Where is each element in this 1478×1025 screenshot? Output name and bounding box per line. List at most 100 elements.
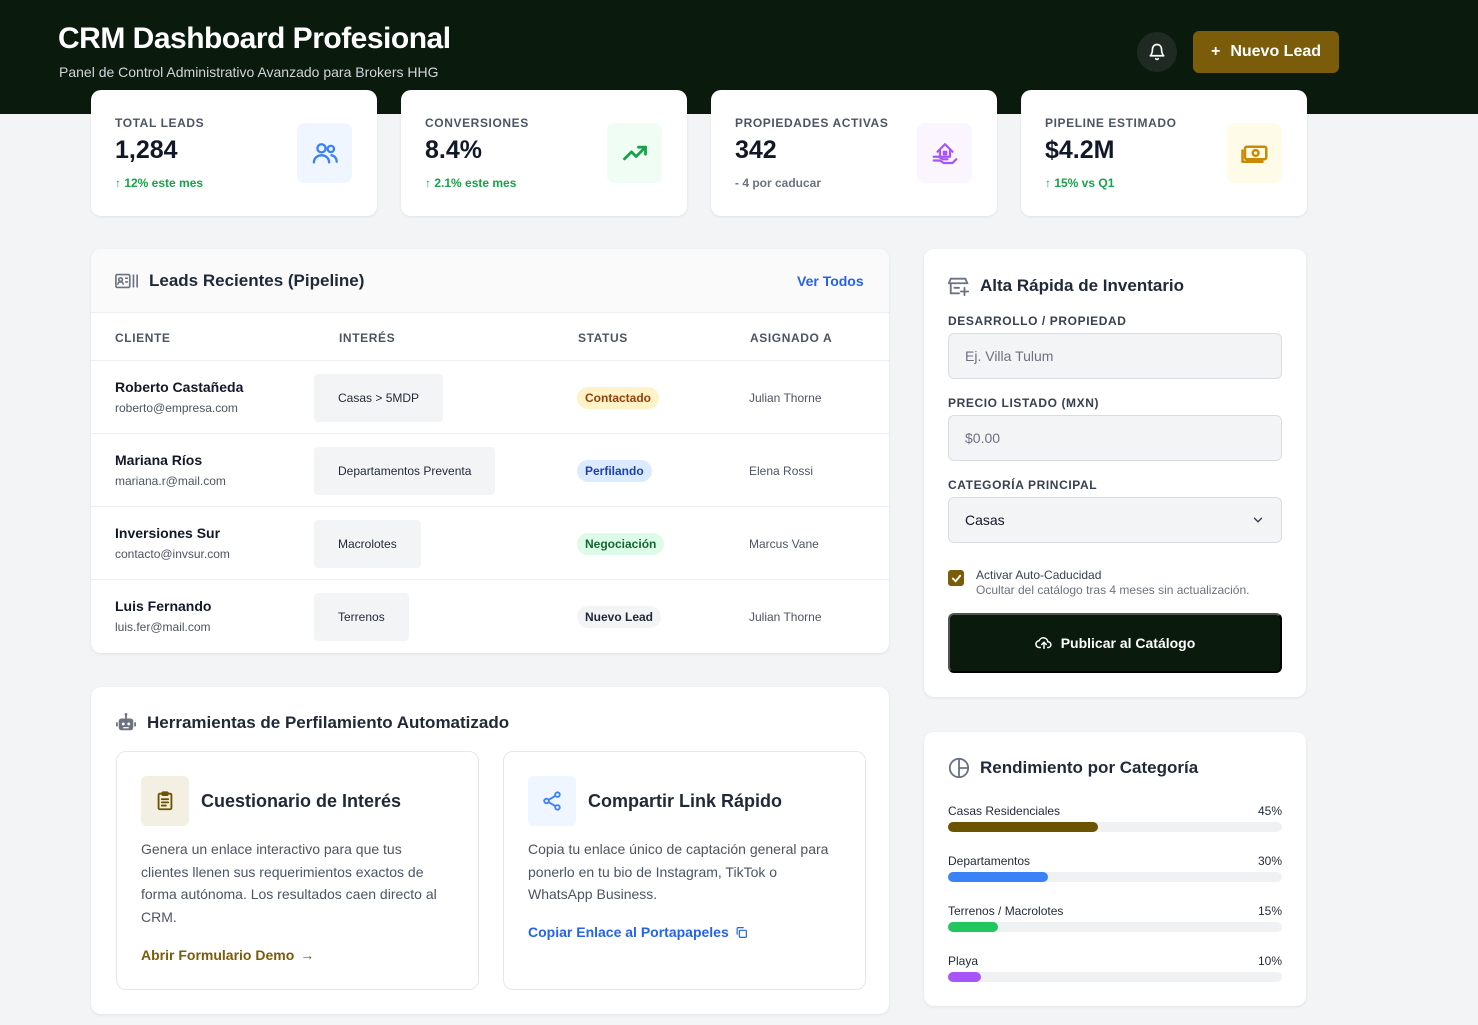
interest-chip: Departamentos Preventa <box>314 447 496 495</box>
stat-label: CONVERSIONES <box>425 116 529 130</box>
status-badge: Negociación <box>577 533 665 555</box>
open-demo-form-label: Abrir Formulario Demo <box>141 947 295 963</box>
progress-fill <box>948 872 1049 882</box>
users-icon <box>297 123 352 183</box>
client-name: Roberto Castañeda <box>115 379 244 395</box>
stat-delta: ↑ 15% vs Q1 <box>1045 176 1115 190</box>
progress-track <box>948 822 1282 832</box>
profiling-tools-title-text: Herramientas de Perfilamiento Automatiza… <box>147 713 510 732</box>
stat-card-pipeline: PIPELINE ESTIMADO $4.2M ↑ 15% vs Q1 <box>1021 90 1307 216</box>
client-email: mariana.r@mail.com <box>115 474 226 488</box>
stat-delta: - 4 por caducar <box>735 176 822 190</box>
recent-leads-card: Leads Recientes (Pipeline) Ver Todos CLI… <box>91 249 889 653</box>
robot-icon <box>116 713 136 731</box>
stat-label: TOTAL LEADS <box>115 116 205 130</box>
auto-expire-help: Ocultar del catálogo tras 4 meses sin ac… <box>976 583 1250 597</box>
new-lead-label: Nuevo Lead <box>1230 43 1322 60</box>
view-all-link[interactable]: Ver Todos <box>797 273 864 289</box>
category-name: Casas Residenciales <box>948 804 1061 818</box>
inventory-title-text: Alta Rápida de Inventario <box>980 276 1185 295</box>
category-performance-card: Rendimiento por Categoría Casas Residenc… <box>924 732 1306 1006</box>
new-lead-button[interactable]: + Nuevo Lead <box>1193 31 1339 73</box>
copy-link-button[interactable]: Copiar Enlace al Portapapeles <box>528 924 748 940</box>
stat-card-active-properties: PROPIEDADES ACTIVAS 342 - 4 por caducar <box>711 90 997 216</box>
category-label: CATEGORÍA PRINCIPAL <box>948 478 1098 492</box>
column-header-interest: INTERÉS <box>339 331 396 345</box>
check-icon <box>951 574 961 583</box>
client-name: Mariana Ríos <box>115 452 203 468</box>
category-percent: 10% <box>1257 954 1282 968</box>
category-percent: 15% <box>1257 904 1282 918</box>
assigned-agent: Elena Rossi <box>749 464 814 478</box>
stat-value: $4.2M <box>1045 136 1115 164</box>
assigned-agent: Julian Thorne <box>749 610 822 624</box>
publish-button[interactable]: Publicar al Catálogo <box>948 613 1282 673</box>
price-input[interactable] <box>948 415 1282 461</box>
quick-link-description: Copia tu enlace único de captación gener… <box>528 841 829 902</box>
category-name: Terrenos / Macrolotes <box>948 904 1064 918</box>
column-header-status: STATUS <box>578 331 628 345</box>
pie-chart-icon <box>948 757 970 779</box>
page-title: CRM Dashboard Profesional <box>58 22 451 55</box>
notifications-button[interactable] <box>1137 32 1177 72</box>
quick-link-title: Compartir Link Rápido <box>588 791 783 811</box>
category-percent: 45% <box>1257 804 1282 818</box>
category-select[interactable]: Casas <box>948 497 1282 543</box>
page-subtitle: Panel de Control Administrativo Avanzado… <box>59 64 439 80</box>
client-email: roberto@empresa.com <box>115 401 238 415</box>
clipboard-icon <box>141 776 189 826</box>
store-add-icon <box>948 277 970 297</box>
interest-chip: Casas > 5MDP <box>314 374 444 422</box>
stat-delta: ↑ 12% este mes <box>115 176 204 190</box>
copy-link-label: Copiar Enlace al Portapapeles <box>528 924 729 940</box>
plus-icon: + <box>1210 43 1221 60</box>
progress-track <box>948 972 1282 982</box>
stat-value: 342 <box>735 136 777 164</box>
category-value: Casas <box>965 512 1005 528</box>
share-icon <box>528 776 576 826</box>
profiling-tools-card: Herramientas de Perfilamiento Automatiza… <box>91 687 889 1014</box>
money-icon <box>1227 123 1282 183</box>
performance-title-text: Rendimiento por Categoría <box>980 758 1199 777</box>
stat-label: PROPIEDADES ACTIVAS <box>735 116 889 130</box>
client-email: contacto@invsur.com <box>115 547 230 561</box>
price-label: PRECIO LISTADO (MXN) <box>948 396 1100 410</box>
status-badge: Perfilando <box>577 460 652 482</box>
house-hand-icon <box>917 123 972 183</box>
stat-card-total-leads: TOTAL LEADS 1,284 ↑ 12% este mes <box>91 90 377 216</box>
category-name: Playa <box>948 954 979 968</box>
column-header-assigned: ASIGNADO A <box>750 331 833 345</box>
assigned-agent: Marcus Vane <box>749 537 819 551</box>
interest-chip: Macrolotes <box>314 520 421 568</box>
recent-leads-title: Leads Recientes (Pipeline) <box>115 271 364 291</box>
progress-fill <box>948 922 999 932</box>
inventory-title: Alta Rápida de Inventario <box>948 275 1184 297</box>
category-percent: 30% <box>1257 854 1282 868</box>
chevron-down-icon <box>1253 517 1263 523</box>
assigned-agent: Julian Thorne <box>749 391 822 405</box>
client-name: Inversiones Sur <box>115 525 221 541</box>
publish-label: Publicar al Catálogo <box>1060 635 1196 651</box>
table-row[interactable]: Inversiones Sur contacto@invsur.com Macr… <box>91 507 889 580</box>
table-row[interactable]: Luis Fernando luis.fer@mail.com Terrenos… <box>91 580 889 653</box>
profiling-tools-title: Herramientas de Perfilamiento Automatiza… <box>115 713 509 733</box>
questionnaire-description: Genera un enlace interactivo para que tu… <box>141 841 437 925</box>
contacts-icon <box>115 273 138 289</box>
recent-leads-title-text: Leads Recientes (Pipeline) <box>149 271 365 290</box>
bell-icon <box>1149 43 1165 61</box>
stat-value: 8.4% <box>425 136 482 164</box>
stat-card-conversions: CONVERSIONES 8.4% ↑ 2.1% este mes <box>401 90 687 216</box>
status-badge: Nuevo Lead <box>577 606 662 628</box>
cloud-upload-icon <box>1034 637 1052 649</box>
quick-inventory-card: Alta Rápida de Inventario DESARROLLO / P… <box>924 249 1306 697</box>
category-name: Departamentos <box>948 854 1031 868</box>
leads-table-body: Roberto Castañeda roberto@empresa.com Ca… <box>91 361 889 653</box>
open-demo-form-link[interactable]: Abrir Formulario Demo → <box>141 947 314 963</box>
progress-track <box>948 922 1282 932</box>
property-input[interactable] <box>948 333 1282 379</box>
table-row[interactable]: Mariana Ríos mariana.r@mail.com Departam… <box>91 434 889 507</box>
auto-expire-label: Activar Auto-Caducidad <box>976 568 1102 582</box>
table-row[interactable]: Roberto Castañeda roberto@empresa.com Ca… <box>91 361 889 434</box>
progress-fill <box>948 972 982 982</box>
auto-expire-checkbox[interactable] <box>948 570 964 586</box>
